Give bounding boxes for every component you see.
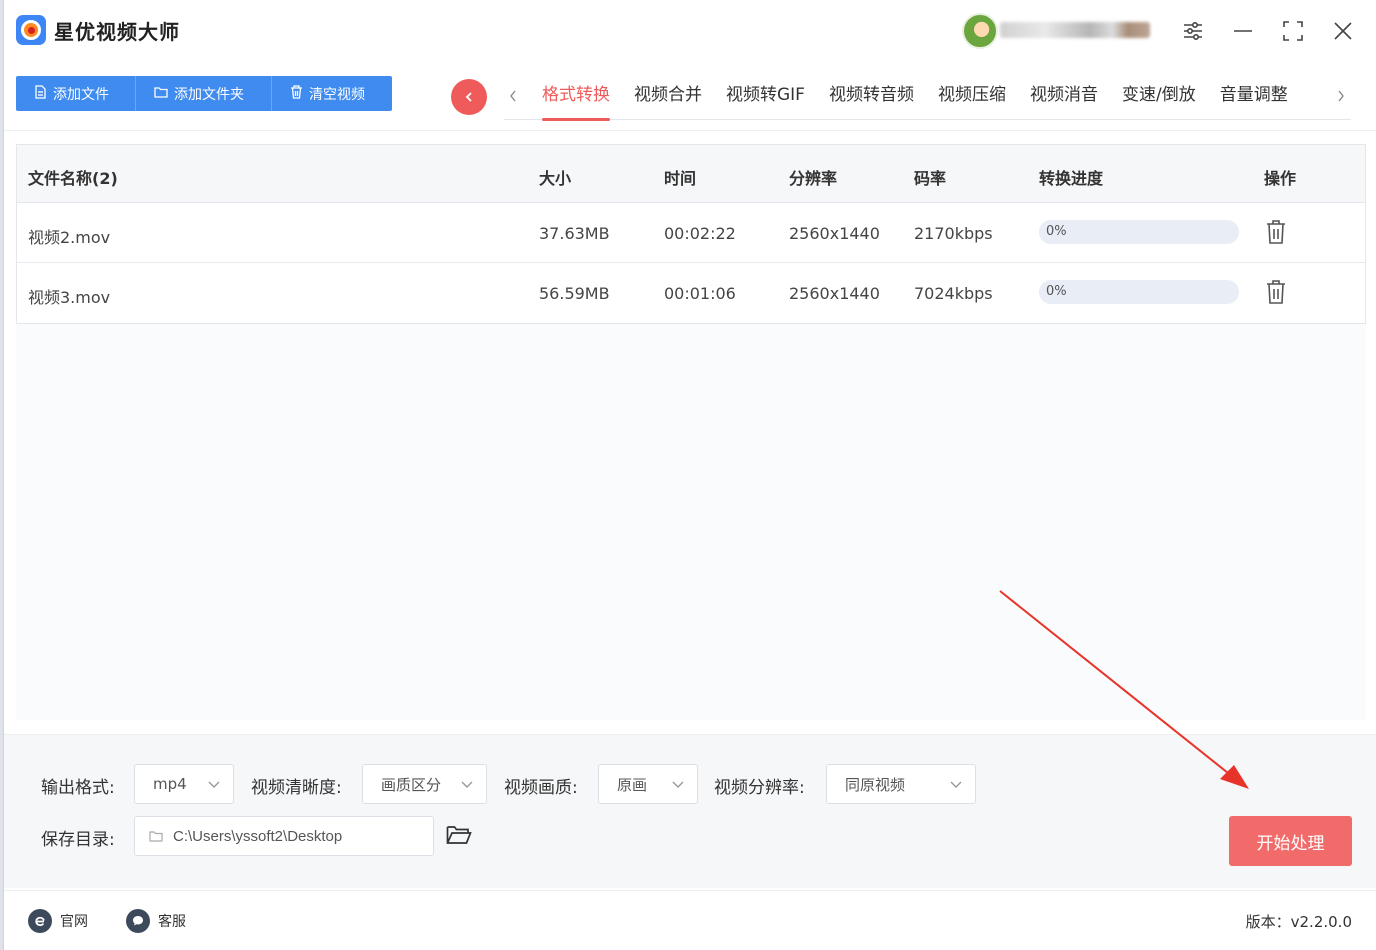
column-header-progress: 转换进度 [1039,169,1104,188]
file-size: 37.63MB [539,224,610,243]
website-label: 官网 [60,914,88,930]
browse-folder-icon[interactable] [446,824,474,848]
avatar[interactable] [962,13,998,49]
save-dir-value: C:\Users\yssoft2\Desktop [173,827,343,845]
website-link[interactable]: 官网 [28,909,88,933]
save-dir-label: 保存目录: [41,830,115,850]
output-format-select[interactable]: mp4 [134,764,234,804]
delete-file-icon[interactable] [1265,219,1291,247]
tab-format-convert[interactable]: 格式转换 [542,72,610,121]
tab-list: 格式转换 视频合并 视频转GIF 视频转音频 视频压缩 视频消音 变速/倒放 音… [542,72,1312,121]
conversion-progress-bar: 0% [1039,280,1239,304]
delete-file-icon[interactable] [1265,279,1291,307]
app-title: 星优视频大师 [54,20,180,44]
tab-video-to-audio[interactable]: 视频转音频 [829,72,914,120]
quality-label: 视频画质: [504,778,578,798]
chevron-left-icon [465,92,472,102]
column-header-filename: 文件名称(2) [28,169,118,188]
table-header: 文件名称(2) 大小 时间 分辨率 码率 转换进度 操作 [17,145,1365,203]
chat-bubble-icon [126,909,150,933]
progress-label: 0% [1046,224,1067,239]
collapse-panel-button[interactable] [451,79,487,115]
version-label: 版本：v2.2.0.0 [1245,913,1352,931]
clarity-select[interactable]: 画质区分 [362,764,487,804]
chevron-down-icon [208,781,220,788]
minimize-icon[interactable] [1226,14,1260,48]
file-table: 文件名称(2) 大小 时间 分辨率 码率 转换进度 操作 视频2.mov 37.… [16,144,1366,324]
chevron-down-icon [950,781,962,788]
tabs-scroll-right-icon[interactable] [1332,84,1350,108]
file-size: 56.59MB [539,284,610,303]
table-row[interactable]: 视频3.mov 56.59MB 00:01:06 2560x1440 7024k… [17,263,1365,323]
clear-videos-label: 清空视频 [309,86,365,103]
tabs-scroll-left-icon[interactable] [504,84,522,108]
column-header-resolution: 分辨率 [789,169,838,188]
divider [4,130,1376,131]
add-file-label: 添加文件 [53,86,109,103]
title-bar: 星优视频大师 [4,0,1376,62]
folder-icon [149,831,163,842]
clarity-label: 视频清晰度: [251,778,342,798]
support-link[interactable]: 客服 [126,909,186,933]
maximize-icon[interactable] [1276,14,1310,48]
chevron-down-icon [461,781,473,788]
username-redacted [1000,22,1150,38]
tab-video-compress[interactable]: 视频压缩 [938,72,1006,120]
conversion-progress-bar: 0% [1039,220,1239,244]
function-tabs: 格式转换 视频合并 视频转GIF 视频转音频 视频压缩 视频消音 变速/倒放 音… [504,72,1351,121]
file-bitrate: 7024kbps [914,284,993,303]
resolution-value: 同原视频 [845,775,906,794]
table-row[interactable]: 视频2.mov 37.63MB 00:02:22 2560x1440 2170k… [17,203,1365,263]
add-folder-button[interactable]: 添加文件夹 [136,76,272,111]
document-icon [34,84,47,103]
clear-videos-button[interactable]: 清空视频 [272,76,392,111]
file-resolution: 2560x1440 [789,284,880,303]
tab-video-merge[interactable]: 视频合并 [634,72,702,120]
start-processing-button[interactable]: 开始处理 [1229,816,1352,866]
column-header-bitrate: 码率 [914,169,947,188]
app-window: 星优视频大师 添加文件 添加文件夹 清空视频 格式转换 视频合并 视频转GIF … [3,0,1376,950]
chevron-down-icon [672,781,684,788]
clarity-value: 画质区分 [381,775,442,794]
progress-label: 0% [1046,284,1067,299]
resolution-select[interactable]: 同原视频 [826,764,976,804]
tab-volume-adjust[interactable]: 音量调整 [1220,72,1288,120]
file-list-area: 文件名称(2) 大小 时间 分辨率 码率 转换进度 操作 视频2.mov 37.… [16,144,1366,720]
app-logo-icon [16,15,46,45]
file-resolution: 2560x1440 [789,224,880,243]
file-duration: 00:01:06 [664,284,736,303]
quality-value: 原画 [617,775,648,794]
close-icon[interactable] [1326,14,1360,48]
column-header-time: 时间 [664,169,697,188]
column-header-size: 大小 [539,169,572,188]
output-format-label: 输出格式: [41,778,115,798]
output-settings-panel: 输出格式: mp4 视频清晰度: 画质区分 视频画质: 原画 视频分辨率: 同原… [4,734,1376,888]
file-duration: 00:02:22 [664,224,736,243]
output-format-value: mp4 [153,775,187,793]
tab-video-mute[interactable]: 视频消音 [1030,72,1098,120]
quality-select[interactable]: 原画 [598,764,698,804]
file-name: 视频2.mov [28,228,111,247]
footer: 官网 客服 版本：v2.2.0.0 [4,890,1376,950]
trash-icon [290,84,303,103]
add-file-button[interactable]: 添加文件 [16,76,136,111]
file-bitrate: 2170kbps [914,224,993,243]
folder-icon [154,86,168,102]
support-label: 客服 [158,914,186,930]
add-folder-label: 添加文件夹 [174,86,244,103]
file-name: 视频3.mov [28,288,111,307]
user-account[interactable] [962,13,1158,49]
settings-sliders-icon[interactable] [1176,14,1210,48]
file-actions-toolbar: 添加文件 添加文件夹 清空视频 [16,76,392,111]
save-dir-input[interactable]: C:\Users\yssoft2\Desktop [134,816,434,856]
resolution-label: 视频分辨率: [714,778,805,798]
tab-video-to-gif[interactable]: 视频转GIF [726,72,805,120]
browser-e-icon [28,909,52,933]
column-header-actions: 操作 [1264,169,1297,188]
tab-speed-reverse[interactable]: 变速/倒放 [1122,72,1196,120]
